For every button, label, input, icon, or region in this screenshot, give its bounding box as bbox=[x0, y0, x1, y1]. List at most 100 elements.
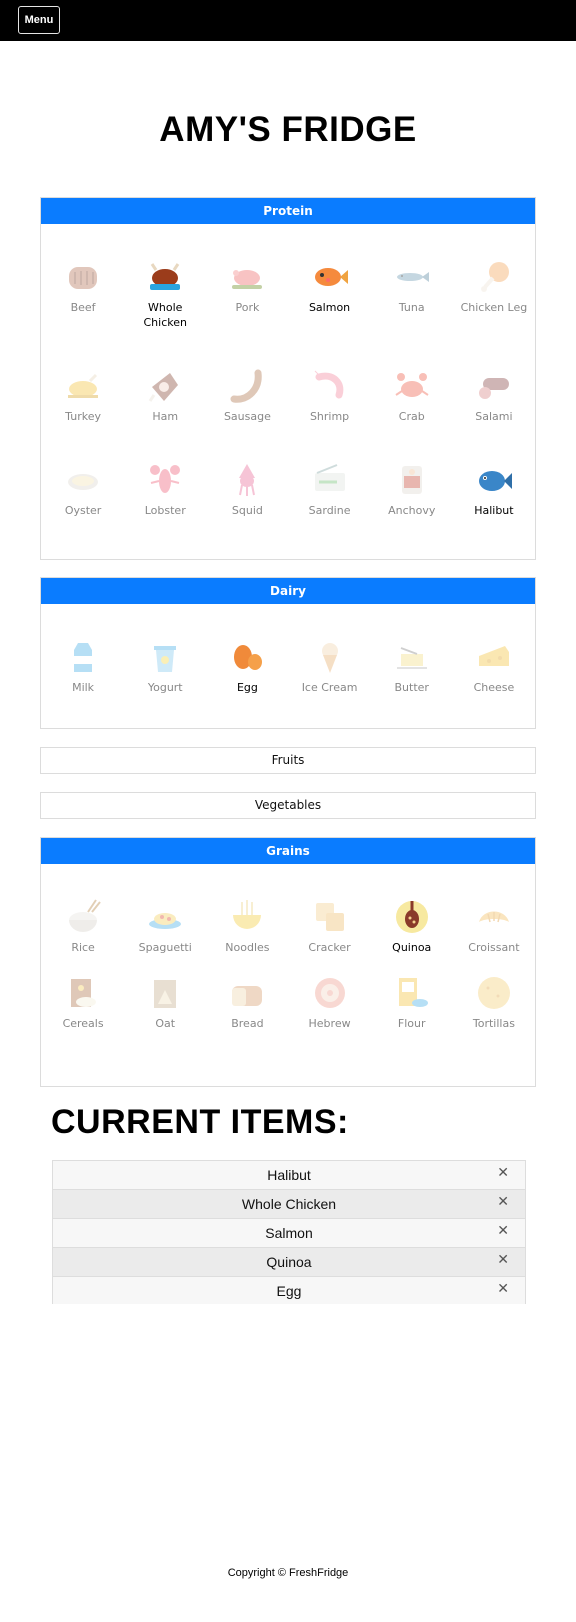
food-item-flour[interactable]: Flour bbox=[371, 974, 453, 1031]
food-item-whole-chicken[interactable]: Whole Chicken bbox=[124, 258, 206, 330]
food-item-hebrew[interactable]: Hebrew bbox=[288, 974, 370, 1031]
food-item-label: Halibut bbox=[474, 504, 514, 517]
food-item-oat[interactable]: Oat bbox=[124, 974, 206, 1031]
current-item-row: Whole Chicken ✕ bbox=[53, 1190, 525, 1219]
food-item-salami[interactable]: Salami bbox=[453, 367, 535, 424]
cereal-box-icon bbox=[71, 979, 97, 1007]
category-header-vegetables[interactable]: Vegetables bbox=[41, 793, 535, 817]
crab-icon bbox=[395, 373, 429, 397]
food-item-label: Chicken Leg bbox=[460, 301, 528, 314]
chicken-leg-icon bbox=[480, 262, 509, 292]
food-item-anchovy[interactable]: Anchovy bbox=[371, 461, 453, 518]
food-item-yogurt[interactable]: Yogurt bbox=[124, 638, 206, 695]
food-item-label: Crab bbox=[398, 410, 425, 423]
current-items-list: Halibut ✕ Whole Chicken ✕ Salmon ✕ Quinoa ✕ Egg ✕ bbox=[52, 1160, 526, 1304]
roast-pig-icon bbox=[232, 270, 263, 289]
food-item-label: Beef bbox=[70, 301, 96, 314]
croissant-icon bbox=[478, 911, 509, 923]
food-item-cracker[interactable]: Cracker bbox=[288, 898, 370, 955]
food-item-rice[interactable]: Rice bbox=[42, 898, 124, 955]
category-header-grains[interactable]: Grains bbox=[41, 838, 535, 864]
current-item-name: Quinoa bbox=[266, 1254, 312, 1270]
bread-loaf-icon bbox=[232, 986, 263, 1006]
page-title: AMY'S FRIDGE bbox=[159, 110, 417, 149]
food-item-label: Spaguetti bbox=[138, 941, 192, 954]
food-item-salmon[interactable]: Salmon bbox=[288, 258, 370, 330]
food-item-crab[interactable]: Crab bbox=[371, 367, 453, 424]
remove-item-close-icon[interactable]: ✕ bbox=[497, 1165, 509, 1181]
food-item-label: Lobster bbox=[144, 504, 186, 517]
flour-bag-icon bbox=[398, 978, 428, 1007]
food-item-egg[interactable]: Egg bbox=[206, 638, 288, 695]
shrimp-icon bbox=[314, 370, 343, 399]
category-header-protein[interactable]: Protein bbox=[41, 198, 535, 224]
food-item-croissant[interactable]: Croissant bbox=[453, 898, 535, 955]
food-item-cheese[interactable]: Cheese bbox=[453, 638, 535, 695]
category-header-fruits[interactable]: Fruits bbox=[41, 748, 535, 772]
food-item-milk[interactable]: Milk bbox=[42, 638, 124, 695]
cheese-wedge-icon bbox=[478, 646, 509, 666]
menu-button[interactable]: Menu bbox=[18, 6, 60, 34]
flower-cookie-icon bbox=[314, 978, 345, 1008]
milk-carton-icon bbox=[74, 643, 93, 672]
food-item-squid[interactable]: Squid bbox=[206, 461, 288, 518]
food-item-chicken-leg[interactable]: Chicken Leg bbox=[453, 258, 535, 330]
food-item-label: Oyster bbox=[64, 504, 102, 517]
food-item-label: Hebrew bbox=[308, 1017, 351, 1030]
remove-item-close-icon[interactable]: ✕ bbox=[497, 1252, 509, 1268]
food-item-label: Turkey bbox=[65, 410, 101, 423]
food-item-spaguetti[interactable]: Spaguetti bbox=[124, 898, 206, 955]
food-item-ice-cream[interactable]: Ice Cream bbox=[288, 638, 370, 695]
anchovy-jar-icon bbox=[401, 466, 422, 494]
food-item-pork[interactable]: Pork bbox=[206, 258, 288, 330]
remove-item-close-icon[interactable]: ✕ bbox=[497, 1223, 509, 1239]
food-item-label: Whole Chicken bbox=[143, 301, 187, 329]
food-item-quinoa[interactable]: Quinoa bbox=[371, 898, 453, 955]
oat-bag-icon bbox=[154, 980, 177, 1008]
food-item-turkey[interactable]: Turkey bbox=[42, 367, 124, 424]
food-item-label: Noodles bbox=[225, 941, 270, 954]
food-item-label: Oat bbox=[155, 1017, 176, 1030]
food-item-sardine[interactable]: Sardine bbox=[288, 461, 370, 518]
food-item-tuna[interactable]: Tuna bbox=[371, 258, 453, 330]
food-item-ham[interactable]: Ham bbox=[124, 367, 206, 424]
noodle-bowl-icon bbox=[233, 900, 262, 929]
food-item-noodles[interactable]: Noodles bbox=[206, 898, 288, 955]
food-item-bread[interactable]: Bread bbox=[206, 974, 288, 1031]
footer-copyright: Copyright © FreshFridge bbox=[227, 1567, 349, 1579]
food-item-label: Salmon bbox=[308, 301, 351, 314]
butter-icon bbox=[396, 647, 427, 669]
category-panel-vegetables: Vegetables bbox=[40, 792, 536, 819]
item-grid-dairy: Milk Yogurt Egg Ice Cream Butter Cheese bbox=[41, 604, 535, 695]
spaghetti-plate-icon bbox=[149, 913, 182, 929]
food-item-cereals[interactable]: Cereals bbox=[42, 974, 124, 1031]
remove-item-close-icon[interactable]: ✕ bbox=[497, 1194, 509, 1210]
current-item-name: Egg bbox=[276, 1283, 302, 1299]
egg-icon bbox=[234, 645, 263, 670]
food-item-beef[interactable]: Beef bbox=[42, 258, 124, 330]
food-item-label: Yogurt bbox=[147, 681, 183, 694]
food-item-label: Squid bbox=[231, 504, 263, 517]
food-item-label: Flour bbox=[397, 1017, 426, 1030]
lobster-icon bbox=[150, 465, 181, 493]
quinoa-spoon-icon bbox=[395, 901, 428, 933]
food-item-lobster[interactable]: Lobster bbox=[124, 461, 206, 518]
food-item-label: Sausage bbox=[223, 410, 271, 423]
category-panel-fruits: Fruits bbox=[40, 747, 536, 774]
turkey-icon bbox=[68, 373, 99, 398]
salami-icon bbox=[478, 378, 509, 399]
remove-item-close-icon[interactable]: ✕ bbox=[497, 1281, 509, 1297]
category-panel-dairy: Dairy Milk Yogurt Egg Ice Cream Butter Cheese bbox=[40, 577, 536, 729]
food-item-tortillas[interactable]: Tortillas bbox=[453, 974, 535, 1031]
food-item-label: Rice bbox=[71, 941, 95, 954]
food-item-oyster[interactable]: Oyster bbox=[42, 461, 124, 518]
food-item-halibut[interactable]: Halibut bbox=[453, 461, 535, 518]
current-item-row: Egg ✕ bbox=[53, 1277, 525, 1304]
current-item-row: Quinoa ✕ bbox=[53, 1248, 525, 1277]
category-header-dairy[interactable]: Dairy bbox=[41, 578, 535, 604]
food-item-butter[interactable]: Butter bbox=[371, 638, 453, 695]
salmon-fish-icon bbox=[314, 268, 348, 286]
food-item-shrimp[interactable]: Shrimp bbox=[288, 367, 370, 424]
food-item-sausage[interactable]: Sausage bbox=[206, 367, 288, 424]
food-item-label: Pork bbox=[235, 301, 260, 314]
